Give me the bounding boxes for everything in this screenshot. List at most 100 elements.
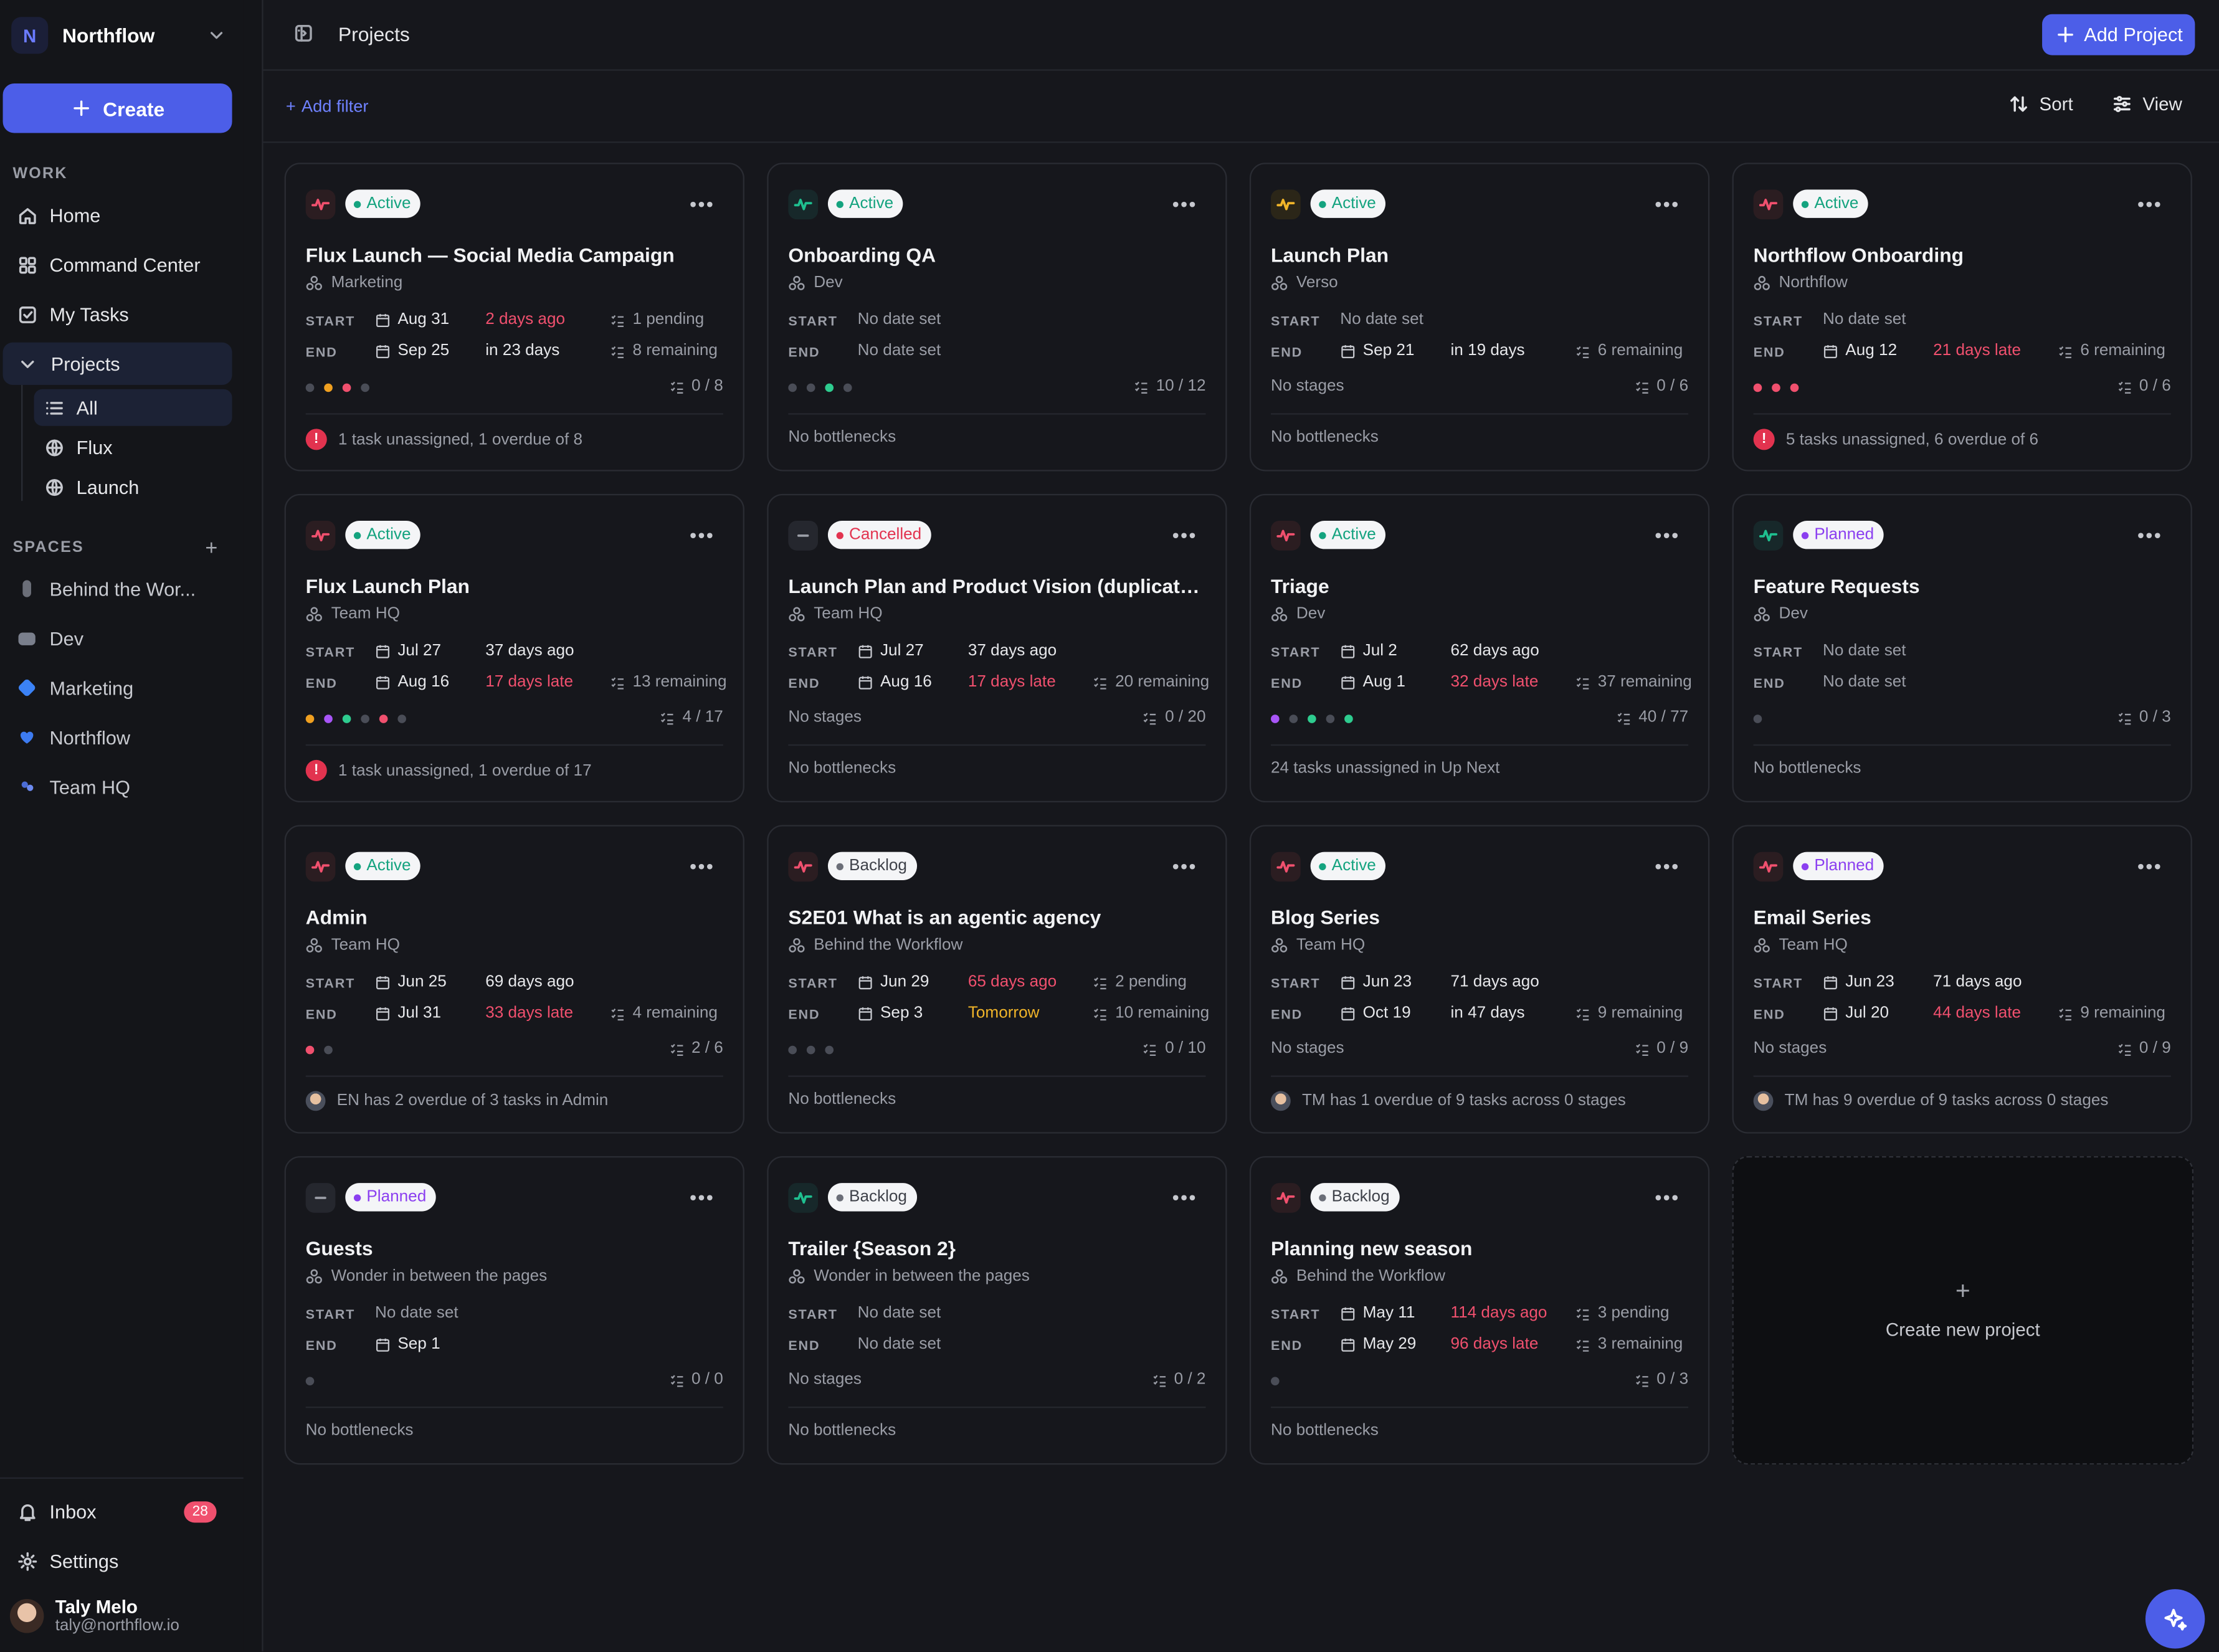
more-options-icon[interactable]: ••• (1655, 1186, 1680, 1208)
add-filter-button[interactable]: + Add filter (286, 96, 369, 116)
stage-dot[interactable] (1344, 714, 1353, 723)
end-date[interactable]: Sep 25 (375, 343, 449, 359)
stage-dot[interactable] (1772, 383, 1780, 392)
stage-dot[interactable] (1753, 383, 1762, 392)
stage-dot[interactable] (806, 383, 815, 392)
nav-projects[interactable]: Projects (2, 342, 232, 385)
stage-dot[interactable] (305, 1377, 315, 1385)
end-date[interactable]: Jul 31 (375, 1005, 441, 1022)
status-badge[interactable]: Active (345, 520, 421, 549)
stage-dot[interactable] (1790, 383, 1799, 392)
more-options-icon[interactable]: ••• (1655, 524, 1680, 546)
space-behind-the-workflow[interactable]: Behind the Wor... (3, 567, 232, 610)
sidebar-toggle-icon[interactable] (293, 22, 314, 44)
more-options-icon[interactable]: ••• (1655, 192, 1680, 215)
space-dev[interactable]: Dev (3, 617, 232, 659)
end-no-date[interactable]: No date set (858, 343, 941, 359)
status-badge[interactable]: Cancelled (827, 520, 932, 549)
more-options-icon[interactable]: ••• (1172, 192, 1197, 215)
end-date[interactable]: Oct 19 (1340, 1005, 1411, 1022)
project-card[interactable]: Active ••• Blog Series Team HQ START Jun 23 71… (1249, 825, 1710, 1134)
stage-dot[interactable] (788, 1045, 797, 1055)
sort-button[interactable]: Sort (2008, 93, 2073, 115)
stage-dot[interactable] (1753, 714, 1762, 723)
start-date[interactable]: Jun 23 (1340, 974, 1412, 990)
start-date[interactable]: Aug 31 (375, 311, 449, 328)
end-date[interactable]: Aug 1 (1340, 673, 1405, 691)
project-card[interactable]: Cancelled ••• Launch Plan and Product Visi… (767, 493, 1227, 803)
stage-dot[interactable] (361, 714, 369, 723)
projects-view-launch[interactable]: Launch (34, 468, 232, 505)
project-card[interactable]: Backlog ••• Planning new season Behind the … (1249, 1156, 1710, 1465)
project-title[interactable]: Feature Requests (1754, 574, 2172, 597)
space-northflow[interactable]: Northflow (3, 716, 232, 758)
nav-home[interactable]: Home (3, 194, 232, 236)
project-card[interactable]: Planned ••• Email Series Team HQ START Jun 23… (1732, 825, 2192, 1134)
end-date[interactable]: Aug 12 (1823, 343, 1897, 359)
stage-dot[interactable] (361, 383, 369, 392)
stage-dot[interactable] (379, 714, 388, 723)
more-options-icon[interactable]: ••• (2137, 855, 2162, 877)
more-options-icon[interactable]: ••• (2137, 524, 2162, 546)
status-badge[interactable]: Active (1310, 852, 1386, 880)
start-date[interactable]: Jul 27 (858, 642, 924, 660)
stage-dot[interactable] (1326, 714, 1335, 723)
status-badge[interactable]: Planned (1793, 852, 1884, 880)
stage-dot[interactable] (324, 714, 333, 723)
status-badge[interactable]: Backlog (827, 852, 917, 880)
start-date[interactable]: Jun 29 (858, 974, 929, 990)
project-title[interactable]: S2E01 What is an agentic agency (788, 906, 1207, 928)
more-options-icon[interactable]: ••• (1172, 855, 1197, 877)
more-options-icon[interactable]: ••• (690, 855, 715, 877)
project-card[interactable]: Backlog ••• Trailer {Season 2} Wonder in be… (767, 1156, 1227, 1465)
stage-dot[interactable] (305, 714, 315, 723)
workspace-switcher[interactable]: N Northflow (11, 14, 232, 57)
project-card[interactable]: Planned ••• Guests Wonder in between the pa… (284, 1156, 744, 1465)
end-date[interactable]: Aug 16 (858, 673, 932, 691)
more-options-icon[interactable]: ••• (1172, 524, 1197, 546)
stage-dot[interactable] (1270, 714, 1280, 723)
start-no-date[interactable]: No date set (375, 1305, 459, 1322)
stage-dot[interactable] (397, 714, 406, 723)
stage-dot[interactable] (788, 383, 797, 392)
status-badge[interactable]: Active (827, 189, 904, 218)
more-options-icon[interactable]: ••• (1172, 1186, 1197, 1208)
project-card[interactable]: Active ••• Flux Launch Plan Team HQ START Jul… (284, 493, 744, 803)
start-no-date[interactable]: No date set (1823, 311, 1906, 328)
stage-dot[interactable] (342, 714, 351, 723)
stage-dot[interactable] (1270, 1377, 1280, 1385)
create-new-project-card[interactable]: + Create new project (1732, 1156, 2194, 1465)
space-team-hq[interactable]: Team HQ (3, 766, 232, 808)
start-no-date[interactable]: No date set (1823, 642, 1906, 659)
status-badge[interactable]: Active (1310, 189, 1386, 218)
more-options-icon[interactable]: ••• (690, 524, 715, 546)
project-card[interactable]: Active ••• Triage Dev START Jul 2 62 days ago E… (1249, 493, 1710, 803)
project-title[interactable]: Planning new season (1271, 1237, 1689, 1259)
end-date[interactable]: Sep 1 (375, 1336, 440, 1353)
stage-dot[interactable] (825, 383, 834, 392)
stage-dot[interactable] (324, 383, 333, 392)
space-marketing[interactable]: Marketing (3, 667, 232, 709)
project-title[interactable]: Guests (306, 1237, 725, 1259)
stage-dot[interactable] (305, 383, 315, 392)
start-date[interactable]: May 11 (1340, 1305, 1415, 1322)
status-badge[interactable]: Active (1310, 520, 1386, 549)
status-badge[interactable]: Backlog (827, 1183, 917, 1212)
stage-dot[interactable] (825, 1045, 834, 1055)
end-no-date[interactable]: No date set (1823, 673, 1906, 690)
nav-command-center[interactable]: Command Center (3, 244, 232, 286)
project-card[interactable]: Planned ••• Feature Requests Dev START No dat… (1732, 493, 2192, 803)
projects-view-all[interactable]: All (34, 389, 232, 426)
status-badge[interactable]: Backlog (1310, 1183, 1400, 1212)
status-badge[interactable]: Planned (1793, 520, 1884, 549)
project-title[interactable]: Trailer {Season 2} (788, 1237, 1207, 1259)
start-date[interactable]: Jul 27 (375, 642, 441, 660)
start-no-date[interactable]: No date set (858, 1305, 941, 1322)
status-badge[interactable]: Active (345, 852, 421, 880)
start-date[interactable]: Jul 2 (1340, 642, 1397, 660)
status-badge[interactable]: Planned (345, 1183, 437, 1212)
project-title[interactable]: Launch Plan (1271, 244, 1689, 266)
stage-dot[interactable] (806, 1045, 815, 1055)
project-card[interactable]: Backlog ••• S2E01 What is an agentic agenc… (767, 825, 1227, 1134)
stage-dot[interactable] (1308, 714, 1316, 723)
